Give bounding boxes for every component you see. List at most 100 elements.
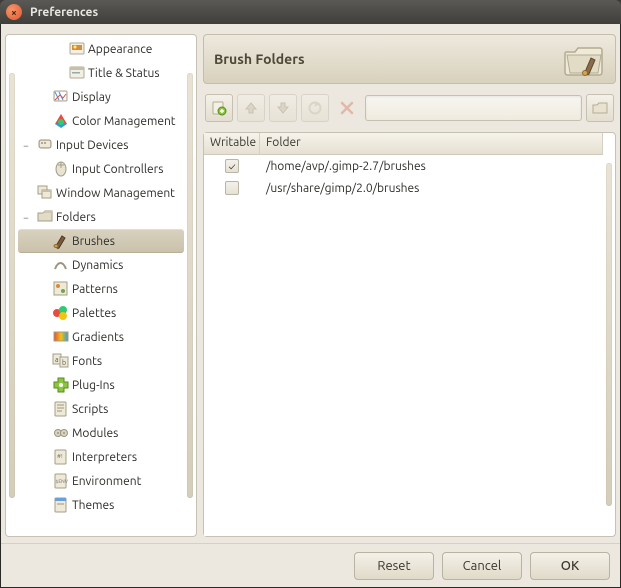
sidebar-item-environment[interactable]: $ENVEnvironment [18, 469, 184, 493]
sidebar-item-input-controllers[interactable]: Input Controllers [18, 157, 184, 181]
colormgmt-icon [50, 112, 72, 130]
sidebar-item-fonts[interactable]: abFonts [18, 349, 184, 373]
col-folder[interactable]: Folder [260, 133, 603, 154]
brush-folder-icon [563, 40, 605, 78]
sidebar-item-label: Title & Status [88, 67, 160, 80]
folder-table-frame: Writable Folder ✓ /home/avp/.gimp-2.7/bru… [203, 132, 616, 537]
sidebar-item-modules[interactable]: Modules [18, 421, 184, 445]
collapse-icon[interactable]: − [18, 212, 34, 223]
sidebar-item-dynamics[interactable]: Dynamics [18, 253, 184, 277]
sidebar-item-themes[interactable]: Themes [18, 493, 184, 517]
collapse-icon[interactable]: − [18, 140, 34, 151]
table-body[interactable]: ✓ /home/avp/.gimp-2.7/brushes ✓ /usr/share/… [204, 155, 603, 536]
plugins-icon [50, 376, 72, 394]
sidebar-item-label: Appearance [88, 43, 152, 56]
sidebar-item-label: Window Management [56, 187, 175, 200]
move-down-button[interactable] [269, 94, 297, 122]
sidebar-item-appearance[interactable]: Appearance [18, 37, 184, 61]
appearance-icon [66, 40, 88, 58]
sidebar-item-palettes[interactable]: Palettes [18, 301, 184, 325]
sidebar-item-brushes[interactable]: Brushes [18, 229, 184, 253]
palettes-icon [50, 304, 72, 322]
close-icon: × [11, 7, 17, 18]
browse-button[interactable] [586, 94, 614, 122]
col-writable[interactable]: Writable [204, 133, 260, 154]
sidebar-item-label: Environment [72, 475, 141, 488]
dialog-footer: Reset Cancel OK [1, 543, 620, 587]
sidebar-frame: Appearance Title & Status Display Color Man… [5, 34, 197, 537]
folder-path: /home/avp/.gimp-2.7/brushes [260, 160, 432, 173]
sidebar-item-interpreters[interactable]: #! Interpreters [18, 445, 184, 469]
fonts-icon: ab [50, 352, 72, 370]
sidebar-item-label: Input Devices [56, 139, 129, 152]
folder-toolbar [203, 92, 616, 124]
table-row[interactable]: ✓ /home/avp/.gimp-2.7/brushes [204, 155, 603, 177]
sidebar-item-label: Palettes [72, 307, 116, 320]
sidebar-item-label: Dynamics [72, 259, 123, 272]
table-header: Writable Folder [204, 133, 603, 155]
sidebar-scroll-left[interactable] [6, 35, 18, 536]
writable-checkbox[interactable]: ✓ [225, 181, 239, 195]
titlestatus-icon [66, 64, 88, 82]
sidebar-item-folders[interactable]: − Folders [18, 205, 184, 229]
svg-text:b: b [62, 359, 66, 367]
refresh-button[interactable] [301, 94, 329, 122]
ok-button[interactable]: OK [530, 552, 610, 580]
new-folder-button[interactable] [205, 94, 233, 122]
sidebar-tree[interactable]: Appearance Title & Status Display Color Man… [18, 35, 184, 536]
close-button[interactable]: × [6, 4, 22, 20]
scripts-icon [50, 400, 72, 418]
main-panel: Brush Folders Writable Folder ✓ /home/avp… [203, 34, 616, 537]
folder-path: /usr/share/gimp/2.0/brushes [260, 182, 425, 195]
themes-icon [50, 496, 72, 514]
panel-header: Brush Folders [203, 34, 616, 84]
sidebar-item-title-status[interactable]: Title & Status [18, 61, 184, 85]
sidebar-item-label: Folders [56, 211, 96, 224]
table-scroll[interactable] [603, 133, 615, 536]
window-title: Preferences [30, 6, 98, 19]
sidebar-item-label: Fonts [72, 355, 102, 368]
titlebar: × Preferences [0, 0, 621, 24]
brushes-icon [50, 232, 72, 250]
preferences-window: Appearance Title & Status Display Color Man… [0, 24, 621, 588]
sidebar-item-input-devices[interactable]: − Input Devices [18, 133, 184, 157]
sidebar-item-label: Display [72, 91, 111, 104]
env-icon: $ENV [50, 472, 72, 490]
sidebar-item-display[interactable]: Display [18, 85, 184, 109]
sidebar-item-label: Gradients [72, 331, 124, 344]
controllers-icon [50, 160, 72, 178]
interp-icon: #! [50, 448, 72, 466]
sidebar-item-label: Patterns [72, 283, 118, 296]
sidebar-item-plug-ins[interactable]: Plug-Ins [18, 373, 184, 397]
cancel-button[interactable]: Cancel [442, 552, 522, 580]
display-icon [50, 88, 72, 106]
sidebar-item-label: Scripts [72, 403, 108, 416]
dynamics-icon [50, 256, 72, 274]
remove-button[interactable] [333, 94, 361, 122]
sidebar-item-label: Themes [72, 499, 114, 512]
folder-table: Writable Folder ✓ /home/avp/.gimp-2.7/bru… [204, 133, 603, 536]
modules-icon [50, 424, 72, 442]
svg-text:#!: #! [57, 453, 63, 460]
sidebar-item-label: Color Management [72, 115, 176, 128]
sidebar-item-label: Plug-Ins [72, 379, 115, 392]
sidebar-item-color-management[interactable]: Color Management [18, 109, 184, 133]
sidebar-item-gradients[interactable]: Gradients [18, 325, 184, 349]
path-input[interactable] [365, 95, 582, 121]
reset-button[interactable]: Reset [354, 552, 434, 580]
svg-text:$ENV: $ENV [56, 478, 69, 484]
sidebar-item-label: Input Controllers [72, 163, 163, 176]
table-row[interactable]: ✓ /usr/share/gimp/2.0/brushes [204, 177, 603, 199]
sidebar-item-label: Interpreters [72, 451, 137, 464]
writable-checkbox[interactable]: ✓ [225, 159, 239, 173]
winmgmt-icon [34, 184, 56, 202]
sidebar-item-window-management[interactable]: Window Management [18, 181, 184, 205]
sidebar-scroll-right[interactable] [184, 35, 196, 536]
inputdev-icon [34, 136, 56, 154]
folders-icon [34, 208, 56, 226]
content-area: Appearance Title & Status Display Color Man… [1, 24, 620, 543]
sidebar-item-label: Brushes [72, 235, 115, 248]
sidebar-item-scripts[interactable]: Scripts [18, 397, 184, 421]
sidebar-item-patterns[interactable]: Patterns [18, 277, 184, 301]
move-up-button[interactable] [237, 94, 265, 122]
